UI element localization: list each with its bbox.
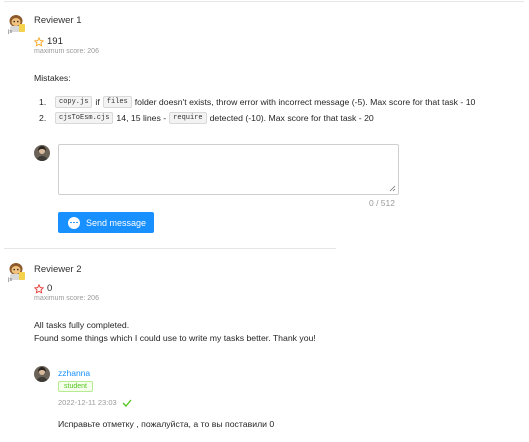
review-body-line: All tasks fully completed. (34, 320, 130, 330)
max-score: maximum score: 206 (34, 295, 99, 302)
mistake-text: folder doesn't exists, throw error with … (134, 97, 476, 107)
comment-text: Исправьте отметку , пожалуйста, а то вы … (58, 419, 275, 429)
review-divider (4, 248, 336, 249)
check-icon (122, 399, 132, 407)
svg-text:js: js (7, 29, 12, 34)
star-outline-icon (34, 36, 44, 47)
code-snippet: copy.js (55, 96, 93, 108)
mistake-text: if (95, 97, 100, 107)
reviewer-name: Reviewer 2 (34, 264, 82, 275)
mistake-text: detected (-10). Max score for that task … (209, 113, 374, 123)
top-divider (4, 1, 524, 2)
list-number: 2. (39, 113, 47, 123)
comment-meta: 2022-12-11 23:03 (58, 398, 132, 407)
reviewer-avatar-bot: js (7, 263, 25, 282)
mistakes-heading: Mistakes: (34, 73, 71, 83)
mistake-item: 2. cjsToEsm.cjs 14, 15 lines - require d… (39, 110, 475, 126)
chat-icon (68, 216, 80, 229)
role-badge: student (58, 381, 93, 392)
mistakes-list: 1. copy.js if files folder doesn't exist… (39, 94, 476, 126)
commenter-avatar (34, 366, 50, 382)
list-number: 1. (39, 97, 47, 107)
score-value: 0 (47, 283, 53, 294)
code-snippet: require (169, 112, 207, 124)
mistake-text: 14, 15 lines - (116, 113, 167, 123)
review-body-line: Found some things which I could use to w… (34, 333, 316, 343)
message-textarea[interactable] (58, 144, 399, 195)
reviewer-name: Reviewer 1 (34, 15, 82, 26)
current-user-avatar (34, 145, 50, 161)
send-message-button[interactable]: Send message (58, 212, 154, 233)
max-score: maximum score: 206 (34, 48, 99, 55)
reviewer-avatar-bot: js (7, 15, 25, 34)
score-value: 191 (47, 36, 63, 47)
resize-grip-icon[interactable] (389, 185, 396, 192)
star-empty-icon (34, 283, 44, 294)
char-counter: 0 / 512 (369, 198, 395, 208)
score: 0 (34, 283, 52, 294)
code-snippet: cjsToEsm.cjs (55, 112, 114, 124)
score: 191 (34, 36, 63, 47)
svg-text:js: js (7, 277, 12, 282)
code-snippet: files (102, 96, 132, 108)
commenter-username-link[interactable]: zzhanna (58, 368, 90, 378)
comment-timestamp: 2022-12-11 23:03 (58, 398, 117, 407)
send-message-label: Send message (86, 217, 147, 228)
mistake-item: 1. copy.js if files folder doesn't exist… (39, 94, 476, 110)
